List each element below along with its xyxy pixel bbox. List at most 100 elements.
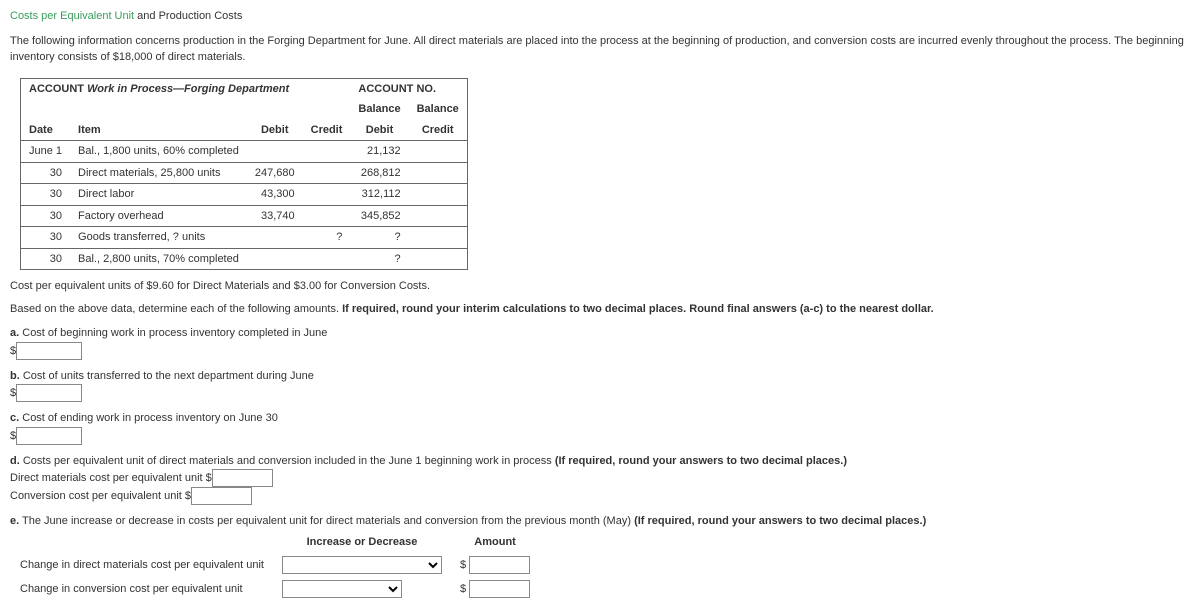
cell-bcredit [409, 162, 468, 184]
qa-label: a. [10, 327, 19, 339]
question-b: b. Cost of units transferred to the next… [10, 368, 1190, 385]
answer-c-input[interactable] [16, 427, 82, 445]
answer-b-input[interactable] [16, 384, 82, 402]
dollar-sign: $ [460, 559, 466, 571]
erow1-label: Change in direct materials cost per equi… [12, 554, 272, 576]
account-no-cell: ACCOUNT NO. [350, 78, 467, 99]
cell-bcredit [409, 184, 468, 206]
cell-bdebit: ? [350, 248, 408, 270]
table-row: Change in conversion cost per equivalent… [12, 578, 538, 600]
qb-label: b. [10, 370, 20, 382]
table-row: June 1 Bal., 1,800 units, 60% completed … [21, 141, 468, 163]
cell-credit [303, 162, 351, 184]
cell-debit: 33,740 [247, 205, 303, 227]
table-row: 30 Bal., 2,800 units, 70% completed ? [21, 248, 468, 270]
conv-change-select[interactable] [282, 580, 402, 598]
dm-change-select[interactable] [282, 556, 442, 574]
answer-a-input[interactable] [16, 342, 82, 360]
col-item: Item [70, 120, 247, 141]
cell-item: Direct materials, 25,800 units [70, 162, 247, 184]
cell-bdebit: 345,852 [350, 205, 408, 227]
cell-credit: ? [303, 227, 351, 249]
qd-line2-label: Conversion cost per equivalent unit $ [10, 490, 191, 502]
question-d: d. Costs per equivalent unit of direct m… [10, 453, 1190, 470]
col-credit: Credit [303, 120, 351, 141]
qd-line1-label: Direct materials cost per equivalent uni… [10, 472, 212, 484]
qd-bold: (If required, round your answers to two … [555, 455, 847, 467]
col-bal-debit: Debit [350, 120, 408, 141]
cell-credit [303, 184, 351, 206]
qe-label: e. [10, 515, 19, 527]
cell-item: Factory overhead [70, 205, 247, 227]
qd-text: Costs per equivalent unit of direct mate… [23, 455, 555, 467]
cell-item: Bal., 1,800 units, 60% completed [70, 141, 247, 163]
cell-bdebit: 312,112 [350, 184, 408, 206]
dm-cost-input[interactable] [212, 469, 273, 487]
cell-item: Goods transferred, ? units [70, 227, 247, 249]
intro-text: The following information concerns produ… [10, 33, 1190, 66]
account-label: ACCOUNT [29, 83, 87, 95]
cell-date: 30 [21, 205, 71, 227]
cell-bdebit: ? [350, 227, 408, 249]
cell-credit [303, 141, 351, 163]
table-row: 30 Factory overhead 33,740 345,852 [21, 205, 468, 227]
col-bal-credit: Credit [409, 120, 468, 141]
cell-debit [247, 248, 303, 270]
account-name: Work in Process—Forging Department [87, 83, 289, 95]
qc-text: Cost of ending work in process inventory… [22, 412, 278, 424]
cell-date: 30 [21, 184, 71, 206]
cell-date: June 1 [21, 141, 71, 163]
cell-date: 30 [21, 248, 71, 270]
qd-line1-row: Direct materials cost per equivalent uni… [10, 469, 1190, 487]
erow2-label: Change in conversion cost per equivalent… [12, 578, 272, 600]
cost-note: Cost per equivalent units of $9.60 for D… [10, 278, 1190, 295]
cell-debit: 247,680 [247, 162, 303, 184]
cell-debit [247, 141, 303, 163]
qe-bold: (If required, round your answers to two … [634, 515, 926, 527]
cell-debit [247, 227, 303, 249]
cell-bdebit: 21,132 [350, 141, 408, 163]
table-row: Change in direct materials cost per equi… [12, 554, 538, 576]
etable-header-amount: Amount [452, 532, 538, 553]
title-rest: and Production Costs [134, 10, 242, 22]
question-e: e. The June increase or decrease in cost… [10, 513, 1190, 530]
cell-credit [303, 205, 351, 227]
table-row: 30 Direct labor 43,300 312,112 [21, 184, 468, 206]
answer-a-row: $ [10, 342, 1190, 360]
based-on-text: Based on the above data, determine each … [10, 303, 342, 315]
cell-bcredit [409, 205, 468, 227]
table-row: 30 Direct materials, 25,800 units 247,68… [21, 162, 468, 184]
qd-label: d. [10, 455, 20, 467]
conv-change-amount-input[interactable] [469, 580, 530, 598]
col-date: Date [21, 120, 71, 141]
title-green: Costs per Equivalent Unit [10, 10, 134, 22]
cell-date: 30 [21, 162, 71, 184]
cell-item: Bal., 2,800 units, 70% completed [70, 248, 247, 270]
qe-text: The June increase or decrease in costs p… [22, 515, 634, 527]
cell-bcredit [409, 227, 468, 249]
account-header-cell: ACCOUNT Work in Process—Forging Departme… [21, 78, 351, 99]
col-balance-debit-top: Balance [350, 99, 408, 120]
cell-debit: 43,300 [247, 184, 303, 206]
qd-line2-row: Conversion cost per equivalent unit $ [10, 487, 1190, 505]
dollar-sign: $ [460, 583, 466, 595]
col-debit: Debit [247, 120, 303, 141]
cell-bcredit [409, 248, 468, 270]
cell-credit [303, 248, 351, 270]
based-on-bold: If required, round your interim calculat… [342, 303, 934, 315]
cell-bcredit [409, 141, 468, 163]
qa-text: Cost of beginning work in process invent… [22, 327, 327, 339]
qb-text: Cost of units transferred to the next de… [23, 370, 314, 382]
question-c: c. Cost of ending work in process invent… [10, 410, 1190, 427]
etable-header-incdec: Increase or Decrease [274, 532, 450, 553]
instructions: Based on the above data, determine each … [10, 301, 1190, 318]
cell-date: 30 [21, 227, 71, 249]
qc-label: c. [10, 412, 19, 424]
cell-item: Direct labor [70, 184, 247, 206]
dm-change-amount-input[interactable] [469, 556, 530, 574]
table-row: 30 Goods transferred, ? units ? ? [21, 227, 468, 249]
conv-cost-input[interactable] [191, 487, 252, 505]
col-balance-credit-top: Balance [409, 99, 468, 120]
answer-c-row: $ [10, 427, 1190, 445]
answer-b-row: $ [10, 384, 1190, 402]
